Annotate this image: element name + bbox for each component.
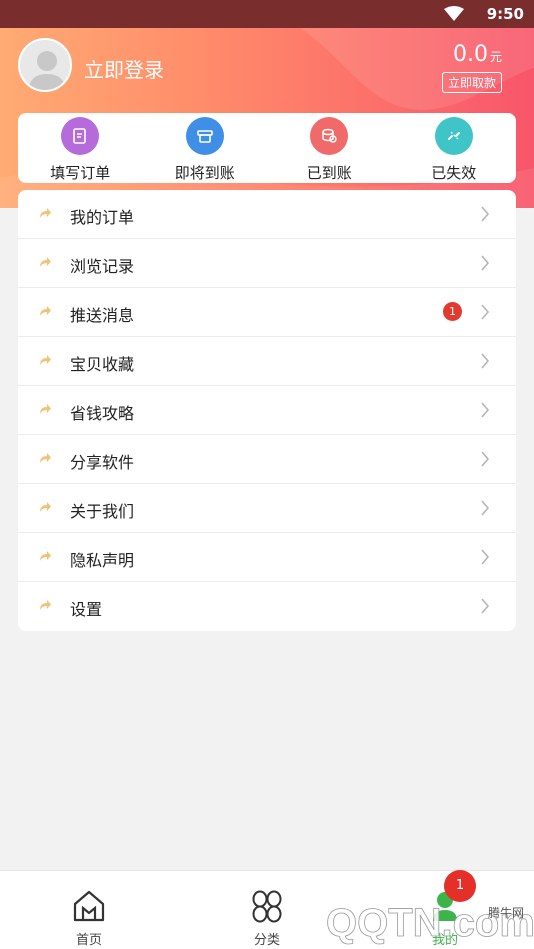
menu-item-label: 浏览记录: [70, 257, 135, 276]
menu-item-label: 分享软件: [70, 453, 135, 472]
menu-item-label: 宝贝收藏: [70, 355, 135, 374]
menu-item-label: 设置: [70, 600, 103, 619]
share-arrow-icon: [40, 600, 51, 610]
broken-link-icon: [434, 117, 473, 155]
watermark-text: 腾牛网: [487, 906, 524, 920]
withdraw-button[interactable]: 立即取款: [441, 72, 502, 93]
order-expired-button[interactable]: 已失效: [392, 113, 517, 183]
menu-item-notifications[interactable]: 推送消息 1: [18, 288, 516, 337]
wifi-icon: [444, 6, 464, 21]
login-link[interactable]: 立即登录: [84, 54, 164, 83]
menu-item-history[interactable]: 浏览记录: [18, 239, 516, 288]
share-arrow-icon: [40, 404, 51, 414]
balance-value: 0.0: [452, 42, 488, 67]
menu-item-label: 关于我们: [70, 502, 135, 521]
menu-item-privacy[interactable]: 隐私声明: [18, 533, 516, 582]
menu-item-settings[interactable]: 设置: [18, 582, 516, 631]
share-arrow-icon: [40, 306, 51, 316]
chevron-right-icon: [481, 549, 490, 565]
chevron-right-icon: [481, 206, 490, 222]
menu-item-label: 隐私声明: [70, 551, 135, 570]
order-status-card: 填写订单 即将到账 已到账 已失效: [18, 113, 516, 183]
category-icon: [252, 890, 282, 923]
share-arrow-icon: [40, 257, 51, 267]
chevron-right-icon: [481, 402, 490, 418]
order-fill-button[interactable]: 填写订单: [18, 113, 143, 183]
menu-item-label: 推送消息: [70, 306, 135, 325]
share-arrow-icon: [40, 355, 51, 365]
menu-item-favorites[interactable]: 宝贝收藏: [18, 337, 516, 386]
menu-item-label: 省钱攻略: [70, 404, 135, 423]
menu-list: 我的订单 浏览记录 推送消息 1 宝贝收藏 省钱攻略 分享软件 关于我们 隐私声…: [18, 190, 516, 631]
order-item-label: 即将到账: [174, 164, 235, 182]
chevron-right-icon: [481, 353, 490, 369]
share-arrow-icon: [40, 208, 51, 218]
avatar[interactable]: [18, 38, 72, 92]
order-item-label: 已到账: [306, 164, 352, 182]
order-pending-button[interactable]: 即将到账: [143, 113, 268, 183]
chevron-right-icon: [481, 500, 490, 516]
menu-item-about-us[interactable]: 关于我们: [18, 484, 516, 533]
coins-icon: [310, 117, 349, 155]
chevron-right-icon: [481, 255, 490, 271]
status-time: 9:50: [486, 5, 524, 23]
notification-badge: 1: [443, 302, 462, 321]
order-received-button[interactable]: 已到账: [267, 113, 392, 183]
home-icon: [73, 890, 105, 922]
tab-label: 首页: [75, 933, 102, 948]
share-arrow-icon: [40, 453, 51, 463]
balance-display: 0.0 元: [453, 42, 502, 67]
menu-item-label: 我的订单: [70, 208, 135, 227]
edit-order-icon: [61, 117, 100, 155]
share-arrow-icon: [40, 502, 51, 512]
order-item-label: 已失效: [431, 164, 477, 182]
status-bar: 9:50: [0, 0, 534, 28]
tab-home[interactable]: 首页: [0, 871, 178, 949]
chevron-right-icon: [481, 451, 490, 467]
pending-icon: [185, 117, 224, 155]
menu-item-my-orders[interactable]: 我的订单: [18, 190, 516, 239]
order-item-label: 填写订单: [50, 164, 111, 182]
menu-item-saving-guide[interactable]: 省钱攻略: [18, 386, 516, 435]
menu-item-share-app[interactable]: 分享软件: [18, 435, 516, 484]
balance-unit: 元: [489, 50, 502, 64]
chevron-right-icon: [481, 304, 490, 320]
share-arrow-icon: [40, 551, 51, 561]
watermark: QQTN.com 腾牛网: [322, 888, 534, 948]
chevron-right-icon: [481, 598, 490, 614]
